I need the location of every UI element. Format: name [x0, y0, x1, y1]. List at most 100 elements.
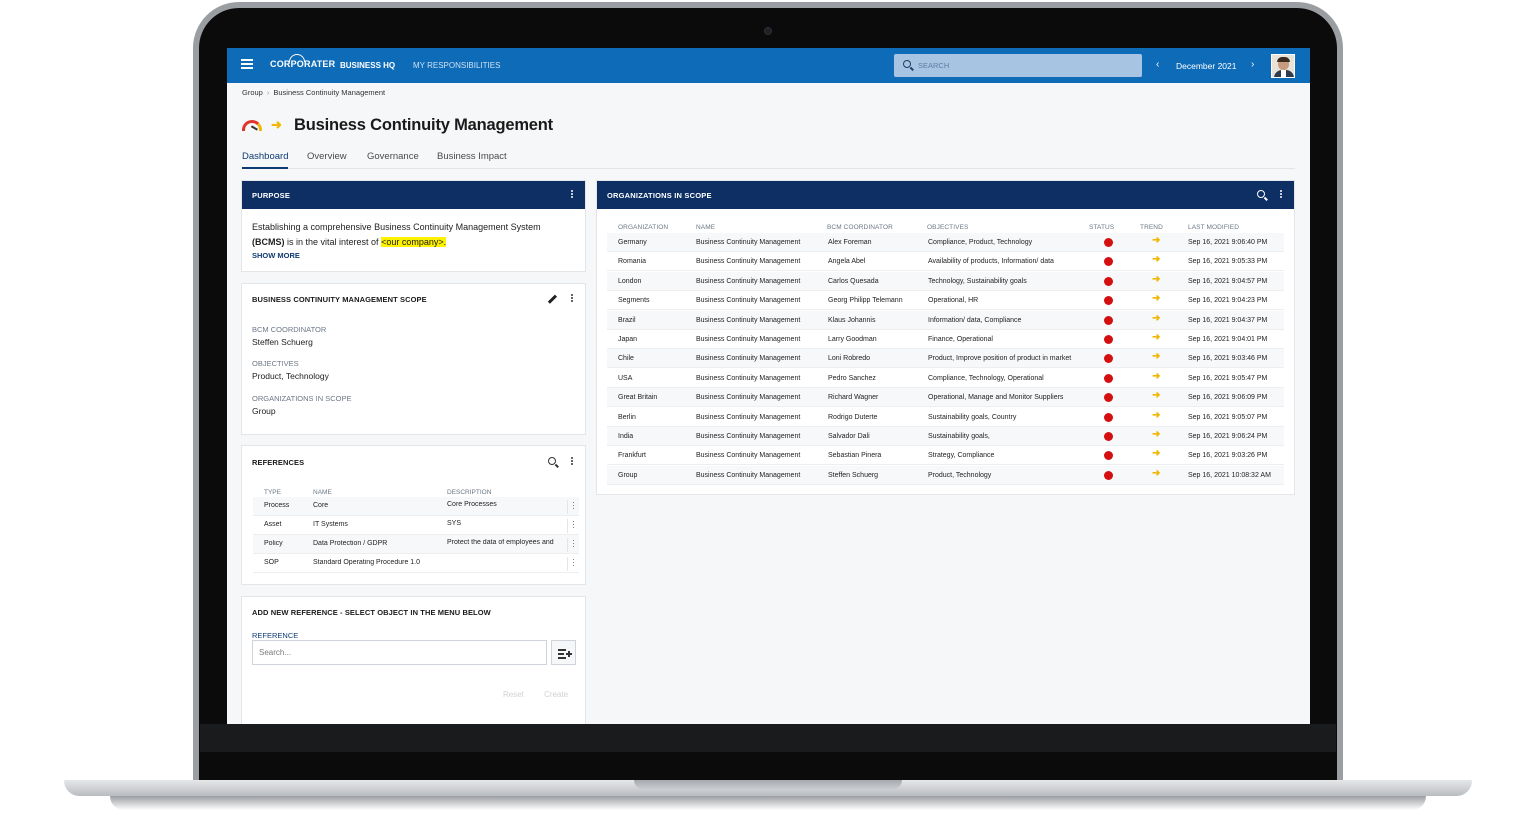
reference-search-input[interactable] — [252, 640, 547, 665]
trend-arrow-icon: ➜ — [1152, 467, 1161, 479]
global-search-input[interactable] — [918, 58, 1118, 73]
organizations-heading: ORGANIZATIONS IN SCOPE — [607, 191, 712, 200]
table-row[interactable]: SOP Standard Operating Procedure 1.0 — [253, 554, 579, 573]
status-indicator — [1104, 296, 1113, 306]
trend-arrow-icon: ➜ — [1152, 254, 1161, 266]
cell-last-modified: Sep 16, 2021 9:04:37 PM — [1188, 316, 1268, 324]
cell-name: Business Continuity Management — [696, 355, 801, 363]
col-name: NAME — [313, 489, 332, 496]
table-row[interactable]: Brazil Business Continuity Management Klau… — [607, 310, 1284, 330]
cell-name: Business Continuity Management — [696, 239, 801, 246]
more-vertical-icon[interactable] — [568, 189, 576, 201]
table-row[interactable]: Germany Business Continuity Management Ale… — [607, 233, 1284, 252]
cell-name: Business Continuity Management — [696, 258, 801, 266]
cell-objectives: Operational, Manage and Monitor Supplier… — [928, 394, 1064, 402]
status-indicator — [1104, 451, 1113, 461]
status-indicator — [1104, 315, 1113, 325]
status-indicator — [1104, 393, 1113, 403]
more-vertical-icon[interactable] — [1277, 189, 1285, 201]
reset-button[interactable]: Reset — [503, 690, 524, 699]
more-vertical-icon[interactable] — [568, 293, 576, 305]
trend-arrow-icon: ➜ — [1152, 351, 1161, 363]
table-row[interactable]: India Business Continuity Management Salva… — [607, 427, 1284, 446]
cell-name: Business Continuity Management — [696, 277, 801, 285]
cell-organization: Romania — [618, 258, 647, 266]
purpose-card-header: PURPOSE — [242, 181, 585, 209]
edit-icon[interactable] — [547, 294, 557, 304]
app-logo[interactable]: CORPORATER — [270, 59, 335, 69]
table-row[interactable]: Japan Business Continuity Management Larry… — [607, 330, 1284, 349]
references-card: REFERENCES TYPE NAME DESCRIPTION Process… — [241, 445, 586, 585]
table-row[interactable]: USA Business Continuity Management Pedro S… — [607, 369, 1284, 388]
user-avatar[interactable] — [1271, 54, 1295, 78]
cell-type: Process — [264, 502, 290, 509]
table-row[interactable]: Asset IT Systems SYS — [253, 516, 579, 535]
orgs-in-scope-value: Group — [252, 406, 276, 416]
status-indicator — [1104, 432, 1113, 441]
cell-coordinator: Larry Goodman — [828, 336, 877, 343]
breadcrumb-group[interactable]: Group — [242, 88, 263, 97]
trend-arrow-icon: ➜ — [1152, 273, 1161, 285]
trend-arrow-icon: ➜ — [1152, 370, 1161, 382]
cell-coordinator: Angela Abel — [828, 258, 866, 266]
table-row[interactable]: Chile Business Continuity Management Loni … — [607, 349, 1284, 369]
breadcrumb-separator: › — [266, 88, 270, 97]
col-status: STATUS — [1089, 224, 1115, 231]
more-vertical-icon[interactable] — [568, 456, 576, 468]
purpose-heading: PURPOSE — [252, 191, 291, 200]
row-menu-icon[interactable] — [567, 519, 579, 533]
status-indicator — [1104, 335, 1113, 344]
tab-business-impact[interactable]: Business Impact — [437, 151, 507, 167]
menu-icon[interactable] — [241, 59, 253, 71]
show-more-link[interactable]: SHOW MORE — [252, 251, 300, 260]
table-row[interactable]: Segments Business Continuity Management Ge… — [607, 291, 1284, 311]
search-icon[interactable] — [548, 457, 556, 465]
cell-last-modified: Sep 16, 2021 9:06:09 PM — [1188, 394, 1268, 402]
gauge-icon — [242, 120, 262, 131]
cell-organization: Japan — [618, 336, 638, 343]
nav-my-responsibilities[interactable]: MY RESPONSIBILITIES — [413, 61, 500, 70]
period-label[interactable]: December 2021 — [1176, 61, 1236, 71]
cell-coordinator: Alex Foreman — [828, 239, 872, 246]
nav-business-hq[interactable]: BUSINESS HQ — [340, 61, 395, 70]
organizations-card-header: ORGANIZATIONS IN SCOPE — [597, 181, 1294, 209]
list-icon — [558, 649, 566, 651]
cell-coordinator: Sebastian Pinera — [828, 452, 882, 460]
tab-governance[interactable]: Governance — [367, 151, 419, 167]
purpose-text-mid: is in the vital interest of — [287, 237, 379, 247]
row-menu-icon[interactable] — [567, 557, 579, 571]
cell-type: SOP — [264, 559, 279, 566]
cell-organization: USA — [618, 374, 633, 382]
cell-organization: Chile — [618, 355, 634, 363]
laptop-shadow — [110, 796, 1426, 810]
row-menu-icon[interactable] — [567, 538, 579, 552]
cell-objectives: Compliance, Technology, Operational — [928, 374, 1044, 382]
table-row[interactable]: Frankfurt Business Continuity Management S… — [607, 446, 1284, 466]
table-row[interactable]: London Business Continuity Management Carl… — [607, 271, 1284, 291]
purpose-card: PURPOSE Establishing a comprehensive Bus… — [241, 180, 586, 272]
create-button[interactable]: Create — [544, 690, 568, 699]
tab-dashboard[interactable]: Dashboard — [242, 151, 289, 169]
table-row[interactable]: Group Business Continuity Management Steff… — [607, 465, 1284, 485]
trend-arrow-icon: ➜ — [1152, 312, 1161, 324]
reference-label: REFERENCE — [252, 631, 299, 640]
cell-description: SYS — [447, 520, 462, 527]
top-bar: CORPORATER BUSINESS HQ MY RESPONSIBILITI… — [227, 48, 1310, 83]
search-icon[interactable] — [1257, 190, 1265, 198]
add-list-button[interactable] — [551, 640, 576, 665]
tab-overview[interactable]: Overview — [307, 151, 347, 167]
objectives-label: OBJECTIVES — [252, 359, 299, 368]
table-row[interactable]: Process Core Core Processes — [253, 497, 579, 516]
next-period-button[interactable]: › — [1251, 59, 1254, 70]
cell-organization: Germany — [618, 239, 647, 246]
table-row[interactable]: Romania Business Continuity Management Ang… — [607, 252, 1284, 272]
cell-name: Business Continuity Management — [696, 433, 801, 440]
col-description: DESCRIPTION — [447, 489, 492, 496]
search-icon — [903, 60, 911, 68]
cell-objectives: Sustainability goals, Country — [928, 413, 1017, 421]
previous-period-button[interactable]: ‹ — [1156, 59, 1159, 70]
table-row[interactable]: Berlin Business Continuity Management Rodr… — [607, 408, 1284, 427]
table-row[interactable]: Policy Data Protection / GDPR Protect the … — [253, 535, 579, 554]
table-row[interactable]: Great Britain Business Continuity Managem… — [607, 388, 1284, 408]
row-menu-icon[interactable] — [567, 500, 579, 514]
